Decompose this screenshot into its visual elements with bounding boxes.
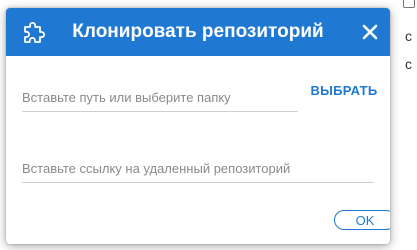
background-checkbox[interactable] — [403, 0, 415, 8]
close-icon[interactable] — [356, 18, 384, 46]
path-field — [22, 83, 298, 112]
background-text: с — [405, 56, 412, 72]
path-input[interactable] — [22, 83, 298, 111]
ok-button[interactable]: OK — [334, 210, 390, 230]
dialog-title: Клонировать репозиторий — [72, 21, 324, 42]
choose-folder-button[interactable]: ВЫБРАТЬ — [306, 80, 382, 102]
url-field — [22, 154, 374, 183]
background-text: с — [405, 28, 412, 44]
dialog-header: Клонировать репозиторий — [6, 8, 390, 56]
clone-repository-dialog: Клонировать репозиторий ВЫБРАТЬ OK — [6, 8, 390, 244]
puzzle-icon — [20, 18, 48, 46]
repository-url-input[interactable] — [22, 154, 374, 182]
